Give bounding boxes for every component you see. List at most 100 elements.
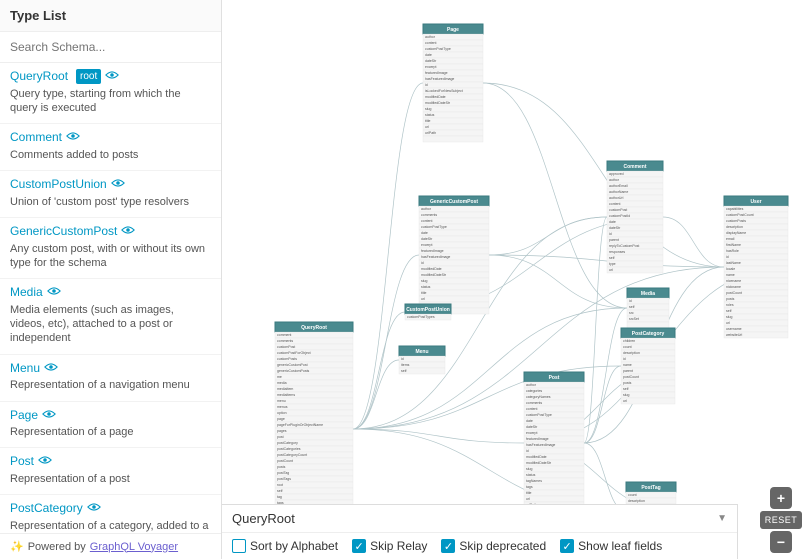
root-type-selector[interactable]: QueryRoot ▼ [222, 505, 737, 533]
node-comment[interactable]: CommentapprovedauthorauthorEmailauthorNa… [607, 161, 663, 273]
svg-text:customPostType: customPostType [421, 225, 447, 229]
svg-text:customPostId: customPostId [609, 214, 630, 218]
svg-text:dateStr: dateStr [526, 425, 538, 429]
edge-Post-Comment [584, 217, 607, 443]
svg-text:replyToCustomPost: replyToCustomPost [609, 244, 639, 248]
chevron-down-icon: ▼ [717, 513, 727, 524]
svg-text:authorEmail: authorEmail [609, 184, 628, 188]
svg-text:comment: comment [277, 333, 291, 337]
svg-text:items: items [401, 363, 410, 367]
powered-by: ✨ Powered by GraphQL Voyager [0, 533, 221, 559]
voyager-link[interactable]: GraphQL Voyager [90, 541, 178, 553]
svg-text:roles: roles [726, 303, 734, 307]
search-input[interactable] [0, 32, 221, 63]
type-item-custompostunion[interactable]: CustomPostUnionUnion of 'custom post' ty… [0, 171, 221, 218]
type-desc: Query type, starting from which the quer… [10, 87, 211, 116]
zoom-reset-button[interactable]: RESET [760, 511, 802, 529]
svg-text:genericCustomPosts: genericCustomPosts [277, 369, 310, 373]
svg-text:mediaItem: mediaItem [277, 387, 293, 391]
svg-text:Post: Post [549, 375, 560, 381]
svg-text:modifiedDate: modifiedDate [421, 267, 442, 271]
svg-text:parent: parent [609, 238, 619, 242]
node-page[interactable]: PageauthorcontentcustomPostTypedatedateS… [423, 24, 483, 142]
node-postcategory[interactable]: PostCategorychildrencountdescriptionidna… [621, 328, 675, 404]
svg-text:customPostType: customPostType [425, 47, 451, 51]
svg-text:comments: comments [421, 213, 437, 217]
svg-text:date: date [425, 53, 432, 57]
svg-text:self: self [623, 387, 628, 391]
checkbox-skip-deprecated[interactable]: ✓Skip deprecated [441, 539, 546, 553]
checkbox-box: ✓ [352, 539, 366, 553]
edge-QueryRoot-PostTag [353, 429, 626, 511]
type-item-comment[interactable]: CommentComments added to posts [0, 124, 221, 171]
graph-canvas[interactable]: QueryRootcommentcommentscustomPostcustom… [222, 0, 808, 559]
eye-icon [47, 285, 61, 301]
svg-text:capabilities: capabilities [726, 207, 744, 211]
node-media[interactable]: MediaidselfsrcsrcSet [627, 288, 669, 328]
svg-text:customPostCount: customPostCount [726, 213, 754, 217]
svg-text:id: id [425, 83, 428, 87]
edge-GenericCustomPost-Comment [489, 217, 607, 255]
svg-text:slug: slug [623, 393, 629, 397]
node-user[interactable]: UsercapabilitiescustomPostCountcustomPos… [724, 196, 788, 338]
svg-text:Menu: Menu [415, 349, 428, 355]
edge-QueryRoot-Post [353, 429, 524, 443]
svg-text:name: name [623, 363, 632, 367]
svg-text:url: url [609, 268, 613, 272]
type-item-menu[interactable]: MenuRepresentation of a navigation menu [0, 355, 221, 402]
type-item-media[interactable]: MediaMedia elements (such as images, vid… [0, 279, 221, 354]
svg-text:username: username [726, 327, 742, 331]
type-list: QueryRootrootQuery type, starting from w… [0, 63, 221, 533]
svg-text:description: description [623, 351, 640, 355]
edge-QueryRoot-Page [353, 83, 423, 429]
node-custompostunion[interactable]: CustomPostUnioncustomPostTypes [405, 304, 451, 320]
edge-Post-PostCategory [584, 366, 621, 443]
node-genericcustompost[interactable]: GenericCustomPostauthorcommentscontentcu… [419, 196, 489, 314]
svg-text:self: self [401, 369, 406, 373]
svg-text:modifiedDateStr: modifiedDateStr [526, 461, 552, 465]
svg-text:me: me [277, 375, 282, 379]
checkbox-sort-by-alphabet[interactable]: Sort by Alphabet [232, 539, 338, 553]
edge-Post-PostTag [584, 443, 626, 511]
checkbox-skip-relay[interactable]: ✓Skip Relay [352, 539, 427, 553]
svg-text:author: author [421, 207, 432, 211]
svg-text:postTag: postTag [277, 471, 289, 475]
type-item-genericcustompost[interactable]: GenericCustomPostAny custom post, with o… [0, 218, 221, 279]
svg-text:authorUrl: authorUrl [609, 196, 624, 200]
eye-icon [44, 361, 58, 377]
svg-text:locale: locale [726, 267, 735, 271]
svg-text:modifiedDate: modifiedDate [526, 455, 547, 459]
node-post[interactable]: PostauthorcategoriescategoryNamescomment… [524, 372, 584, 514]
svg-text:posts: posts [623, 381, 632, 385]
svg-text:content: content [421, 219, 433, 223]
zoom-in-button[interactable]: + [770, 487, 792, 509]
svg-text:id: id [623, 357, 626, 361]
svg-text:email: email [726, 237, 735, 241]
type-item-postcategory[interactable]: PostCategoryRepresentation of a category… [0, 495, 221, 533]
node-menu[interactable]: Menuiditemsself [399, 346, 445, 374]
type-item-queryroot[interactable]: QueryRootrootQuery type, starting from w… [0, 63, 221, 124]
svg-text:comments: comments [526, 401, 542, 405]
svg-text:id: id [526, 449, 529, 453]
svg-text:dateStr: dateStr [425, 59, 437, 63]
type-item-post[interactable]: PostRepresentation of a post [0, 448, 221, 495]
svg-text:srcSet: srcSet [629, 317, 639, 321]
checkbox-show-leaf-fields[interactable]: ✓Show leaf fields [560, 539, 662, 553]
svg-text:status: status [421, 285, 431, 289]
svg-text:status: status [425, 113, 435, 117]
svg-text:modifiedDateStr: modifiedDateStr [425, 101, 451, 105]
type-item-page[interactable]: PageRepresentation of a page [0, 402, 221, 449]
svg-text:postCount: postCount [726, 291, 742, 295]
svg-text:customPosts: customPosts [726, 219, 746, 223]
zoom-out-button[interactable]: − [770, 531, 792, 553]
eye-icon [38, 454, 52, 470]
svg-text:children: children [623, 339, 635, 343]
svg-text:lastName: lastName [726, 261, 741, 265]
svg-text:id: id [629, 299, 632, 303]
svg-text:Comment: Comment [623, 164, 646, 170]
svg-text:pageForPluginOrObjectName: pageForPluginOrObjectName [277, 423, 323, 427]
svg-text:url: url [421, 297, 425, 301]
edge-Page-User [483, 83, 724, 267]
svg-text:postTags: postTags [277, 477, 291, 481]
svg-text:postCategory: postCategory [277, 441, 298, 445]
